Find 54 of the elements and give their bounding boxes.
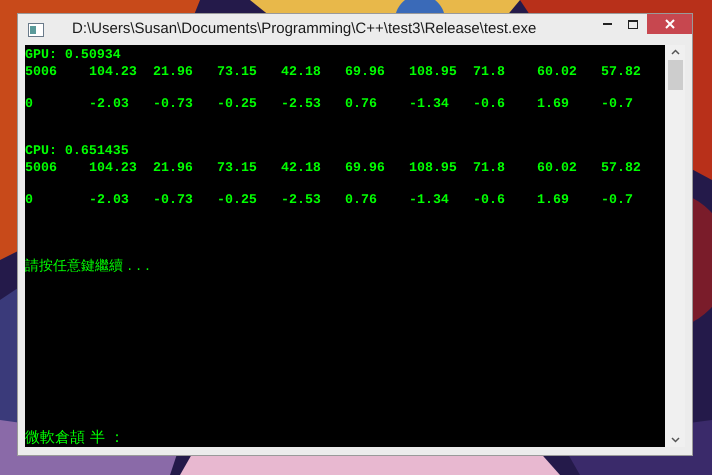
console-value: -0.7 [601,96,633,111]
console-value: 104.23 [89,160,137,175]
console-value: 5006 [25,64,57,79]
console-value: -1.34 [409,96,449,111]
scroll-down-icon [670,437,680,443]
maximize-icon [628,20,638,28]
scrollbar[interactable] [665,45,685,447]
console-value: -2.03 [89,192,129,207]
console-value: -0.73 [153,192,193,207]
console-value: -2.53 [281,192,321,207]
console-value: -0.25 [217,96,257,111]
scroll-thumb[interactable] [668,60,682,90]
console-value: 21.96 [153,160,193,175]
close-icon [664,19,674,29]
console-value: -2.53 [281,96,321,111]
console-value: 104.23 [89,64,137,79]
console-value: -0.7 [601,192,633,207]
console-value: 71.8 [473,160,505,175]
console-value: -0.73 [153,96,193,111]
console-value: -0.25 [217,192,257,207]
console-value: 69.96 [345,64,385,79]
console-value: -0.6 [473,96,505,111]
close-button[interactable] [647,14,692,34]
console-value: 42.18 [281,64,321,79]
console-value: 0 [25,96,33,111]
console-value: 0.76 [345,192,377,207]
console-value: 0 [25,192,33,207]
console-value: 21.96 [153,64,193,79]
console-value: 0.76 [345,96,377,111]
console-value: -0.6 [473,192,505,207]
console-value: 1.69 [537,192,569,207]
console-value: 60.02 [537,160,577,175]
console-icon [28,22,44,36]
window-title: D:\Users\Susan\Documents\Programming\C++\test3\Release\test.exe [72,19,536,40]
console-value: 73.15 [217,160,257,175]
console-value: 57.82 [601,64,641,79]
console-line: CPU: 0.651435 [25,143,129,159]
scroll-up-icon [670,49,680,55]
console-value: 60.02 [537,64,577,79]
console-value: -1.34 [409,192,449,207]
minimize-icon [602,23,612,25]
console-prompt: 請按任意鍵繼續 . . . [25,258,150,274]
console-value: 108.95 [409,160,457,175]
console-value: 73.15 [217,64,257,79]
console-line: GPU: 0.50934 [25,47,121,63]
console-value: 71.8 [473,64,505,79]
ime-status: 微軟倉頡 半 ： [25,428,125,446]
console-value: 57.82 [601,160,641,175]
console-value: -2.03 [89,96,129,111]
console-value: 5006 [25,160,57,175]
console-value: 69.96 [345,160,385,175]
console-value: 42.18 [281,160,321,175]
console-value: 1.69 [537,96,569,111]
console-value: 108.95 [409,64,457,79]
